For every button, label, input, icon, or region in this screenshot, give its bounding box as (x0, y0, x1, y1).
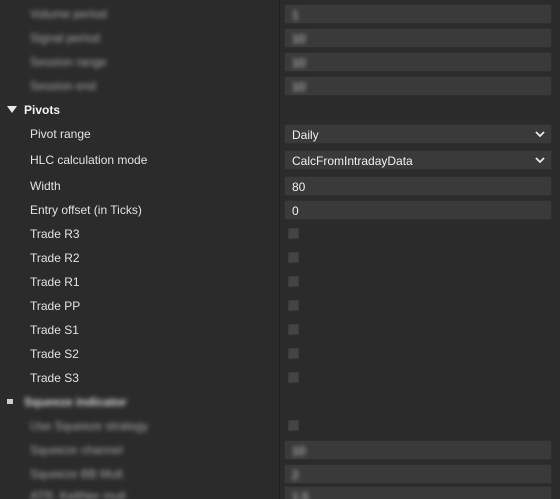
property-row: Squeeze BB Mult 2 (0, 462, 560, 486)
entry-offset-label: Entry offset (in Ticks) (30, 203, 142, 217)
trade-s2-checkbox[interactable] (288, 348, 299, 359)
trade-r3-label: Trade R3 (30, 227, 80, 241)
property-row: Signal period 10 (0, 26, 560, 50)
pivot-range-select[interactable]: Daily (284, 124, 552, 144)
trade-r3-checkbox[interactable] (288, 228, 299, 239)
property-label: Volume period (30, 7, 107, 21)
section-header-squeeze[interactable]: Squeeze indicator (0, 391, 560, 413)
property-row-entry-offset: Entry offset (in Ticks) 0 (0, 198, 560, 222)
property-row-trade-r2: Trade R2 (0, 246, 560, 270)
trade-r1-label: Trade R1 (30, 275, 80, 289)
property-row: Session range 10 (0, 50, 560, 74)
property-row-trade-s3: Trade S3 (0, 366, 560, 390)
property-input[interactable]: 1 (284, 4, 552, 24)
property-grid: Volume period 1 Signal period 10 Session… (0, 0, 560, 499)
property-row-pivot-range: Pivot range Daily (0, 122, 560, 146)
property-row-width: Width 80 (0, 174, 560, 198)
property-label: Use Squeeze strategy (30, 419, 149, 433)
entry-offset-input[interactable]: 0 (284, 200, 552, 220)
property-label: Session end (30, 79, 97, 93)
trade-pp-checkbox[interactable] (288, 300, 299, 311)
chevron-down-icon (535, 131, 545, 138)
property-row-trade-r1: Trade R1 (0, 270, 560, 294)
property-label: Squeeze BB Mult (30, 467, 123, 481)
section-title: Pivots (24, 103, 61, 117)
trade-s3-label: Trade S3 (30, 371, 79, 385)
property-row-trade-r3: Trade R3 (0, 222, 560, 246)
property-label: Session range (30, 55, 107, 69)
trade-r2-label: Trade R2 (30, 251, 80, 265)
trade-r1-checkbox[interactable] (288, 276, 299, 287)
trade-s1-checkbox[interactable] (288, 324, 299, 335)
checkbox[interactable] (288, 420, 299, 431)
property-row: Session end 10 (0, 74, 560, 98)
trade-s2-label: Trade S2 (30, 347, 79, 361)
property-label: Squeeze channel (30, 443, 123, 457)
trade-pp-label: Trade PP (30, 299, 81, 313)
pivot-range-label: Pivot range (30, 127, 91, 141)
property-input[interactable]: 1.5 (284, 486, 552, 499)
property-input[interactable]: 10 (284, 52, 552, 72)
trade-s1-label: Trade S1 (30, 323, 79, 337)
property-input[interactable]: 10 (284, 76, 552, 96)
width-input[interactable]: 80 (284, 176, 552, 196)
property-input[interactable]: 10 (284, 440, 552, 460)
trade-s3-checkbox[interactable] (288, 372, 299, 383)
property-row-trade-pp: Trade PP (0, 294, 560, 318)
hlc-mode-label: HLC calculation mode (30, 153, 148, 167)
property-row: Volume period 1 (0, 2, 560, 26)
property-input[interactable]: 10 (284, 28, 552, 48)
property-row: Squeeze channel 10 (0, 438, 560, 462)
chevron-down-icon (535, 157, 545, 164)
trade-r2-checkbox[interactable] (288, 252, 299, 263)
triangle-down-icon[interactable] (7, 106, 17, 114)
hlc-mode-select[interactable]: CalcFromIntradayData (284, 150, 552, 170)
section-title: Squeeze indicator (24, 395, 127, 409)
property-row: ATR, KeltNer mult 1.5 (0, 484, 560, 499)
square-bullet-icon[interactable] (7, 398, 17, 406)
property-row-hlc-mode: HLC calculation mode CalcFromIntradayDat… (0, 148, 560, 172)
width-label: Width (30, 179, 61, 193)
section-header-pivots[interactable]: Pivots (0, 99, 560, 121)
property-row-trade-s2: Trade S2 (0, 342, 560, 366)
property-input[interactable]: 2 (284, 464, 552, 484)
property-row: Use Squeeze strategy (0, 414, 560, 438)
property-label: Signal period (30, 31, 101, 45)
property-label: ATR, KeltNer mult (30, 489, 126, 499)
property-row-trade-s1: Trade S1 (0, 318, 560, 342)
